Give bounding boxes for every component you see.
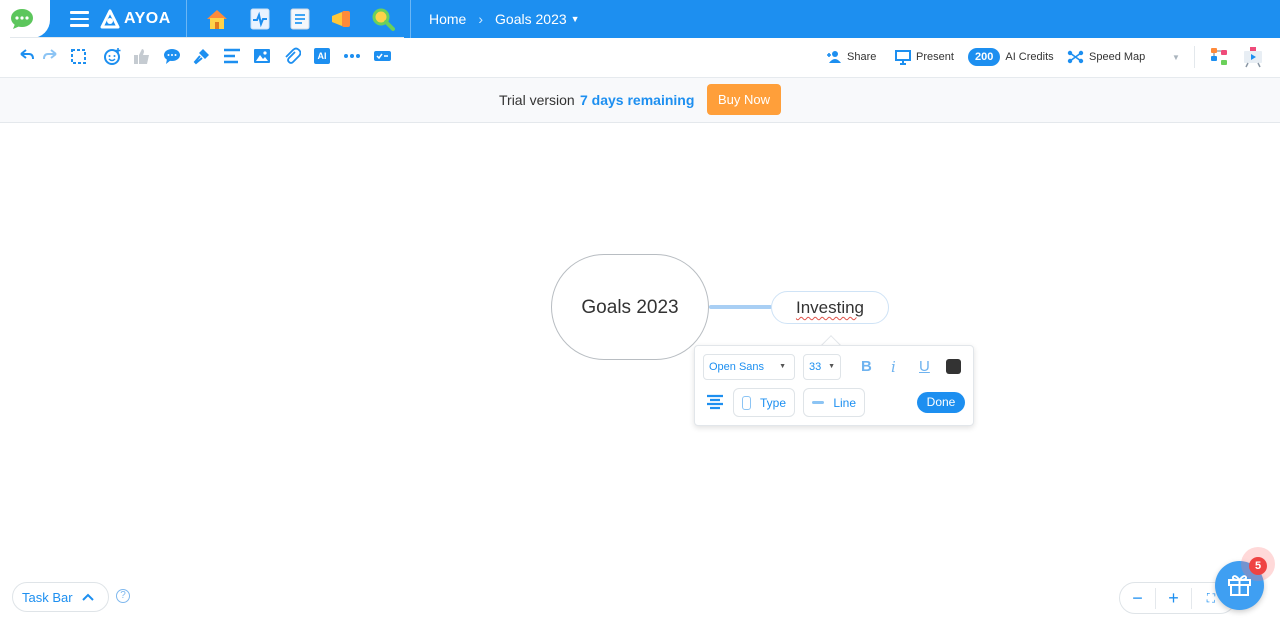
child-node[interactable]: Investing [771,291,889,324]
notebook-icon[interactable] [288,7,312,31]
toolbar-underline [10,37,404,38]
trial-text: Trial version [499,92,575,108]
style-panel-icon[interactable] [1209,46,1229,68]
line-label: Line [833,395,856,410]
attachment-icon[interactable] [283,47,301,65]
zoom-out-button[interactable]: − [1120,587,1156,609]
chevron-down-icon: ▼ [779,363,786,370]
align-center-icon[interactable] [706,394,724,411]
divider [1194,46,1195,68]
chevron-down-icon[interactable]: ▼ [1172,53,1180,62]
ai-credits-count: 200 [968,48,1001,66]
central-node[interactable]: Goals 2023 [551,254,709,360]
paint-brush-icon[interactable] [193,47,211,65]
map-type-dropdown[interactable]: Speed Map [1067,46,1145,68]
notification-badge: 5 [1249,557,1267,575]
divider [186,0,187,38]
presentation-board-icon[interactable] [1242,46,1264,68]
activity-icon[interactable] [248,7,272,31]
help-icon[interactable]: ? [116,589,130,603]
font-family-value: Open Sans [709,361,765,373]
add-person-icon [827,51,841,63]
shape-square-icon [742,395,751,410]
emoji-add-icon[interactable] [103,47,121,65]
font-size-value: 33 [809,361,822,373]
breadcrumb-home[interactable]: Home [429,11,466,27]
task-bar-label: Task Bar [22,589,73,605]
breadcrumb: Home › Goals 2023 ▼ [429,11,580,27]
ai-credits-button[interactable]: 200 AI Credits [968,46,1054,68]
font-size-select[interactable]: 33 ▼ [803,354,841,380]
zoom-in-button[interactable]: + [1156,587,1192,609]
italic-button[interactable]: i [891,358,896,376]
share-label: Share [847,51,877,63]
share-button[interactable]: Share [826,46,876,68]
select-area-icon[interactable] [70,48,88,66]
buy-now-button[interactable]: Buy Now [707,84,781,115]
megaphone-icon[interactable] [329,7,353,31]
thumbs-up-icon[interactable] [133,47,151,65]
trial-days-remaining: 7 days remaining [580,92,695,108]
chevron-down-icon[interactable]: ▼ [571,14,580,24]
chevron-up-icon [81,593,94,601]
redo-icon[interactable] [42,47,60,65]
trial-banner: Trial version 7 days remaining Buy Now [0,78,1280,123]
comment-icon[interactable] [163,47,181,65]
undo-icon[interactable] [17,47,35,65]
central-node-label: Goals 2023 [581,297,679,318]
more-options-icon[interactable] [343,47,361,65]
branch-connector [709,305,772,309]
menu-icon[interactable] [70,11,89,27]
child-node-label[interactable]: Investing [772,298,888,318]
bold-button[interactable]: B [861,358,872,375]
present-button[interactable]: Present [895,46,954,68]
search-icon[interactable] [371,7,395,31]
task-card-icon[interactable] [373,47,391,65]
done-button[interactable]: Done [917,392,965,413]
task-bar-toggle[interactable]: Task Bar [12,582,109,612]
chat-button[interactable] [0,0,50,38]
divider [410,0,411,38]
chevron-right-icon: › [478,11,484,27]
ai-button[interactable]: AI [314,48,330,64]
ayoa-logo-icon [100,9,120,29]
map-type-label: Speed Map [1089,51,1146,63]
breadcrumb-current[interactable]: Goals 2023 [495,11,567,27]
underline-button[interactable]: U [919,358,930,375]
ai-credits-label: AI Credits [1005,51,1054,63]
presentation-icon [895,50,911,65]
home-icon[interactable] [205,7,229,31]
present-label: Present [916,51,954,63]
top-bar: AYOA Home › Goals 2023 ▼ [0,0,1280,38]
text-format-popover: Open Sans ▼ 33 ▼ B i U Type Line Done [694,345,974,426]
logo-text: AYOA [124,10,171,27]
speed-map-icon [1067,50,1084,64]
ayoa-logo[interactable]: AYOA [99,8,171,30]
font-family-select[interactable]: Open Sans ▼ [703,354,795,380]
text-align-icon[interactable] [223,47,241,65]
image-icon[interactable] [253,47,271,65]
text-color-swatch[interactable] [946,359,961,374]
line-style-button[interactable]: Line [803,388,865,417]
chat-icon [11,9,33,29]
node-type-button[interactable]: Type [733,388,795,417]
line-icon [812,401,825,404]
chevron-down-icon: ▼ [828,363,835,370]
type-label: Type [759,395,786,410]
